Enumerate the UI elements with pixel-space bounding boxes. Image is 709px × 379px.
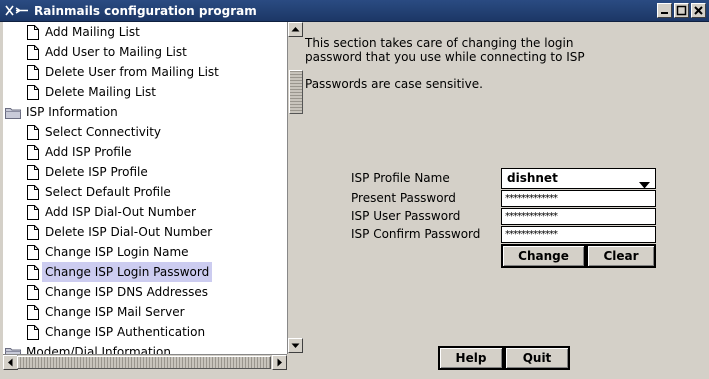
app-icon[interactable]: [4, 3, 30, 18]
scroll-left-button[interactable]: [3, 355, 18, 370]
navigation-tree[interactable]: Add Mailing List Add User to Mailing List…: [3, 22, 287, 354]
scroll-up-button[interactable]: [288, 22, 303, 37]
document-icon: [27, 205, 39, 226]
document-icon: [27, 25, 39, 46]
title-bar: Rainmails configuration program: [0, 0, 709, 22]
document-icon: [27, 225, 39, 246]
tree-vertical-scrollbar[interactable]: [287, 22, 303, 354]
present-password-label: Present Password: [351, 191, 456, 205]
maximize-button[interactable]: [674, 3, 689, 18]
description-line-1: This section takes care of changing the …: [305, 36, 574, 50]
tree-item-label: Delete ISP Profile: [45, 165, 148, 179]
document-icon: [27, 45, 39, 66]
tree-item-label: Change ISP Login Name: [45, 245, 189, 259]
document-icon: [27, 65, 39, 86]
folder-icon: [5, 345, 21, 354]
isp-confirm-password-label: ISP Confirm Password: [351, 227, 481, 241]
tree-item-label: Add Mailing List: [45, 25, 140, 39]
tree-item-label: Select Connectivity: [45, 125, 162, 139]
tree-item-label: Select Default Profile: [45, 185, 171, 199]
document-icon: [27, 245, 39, 266]
tree-item-label: Change ISP Authentication: [45, 325, 206, 339]
folder-icon: [5, 105, 21, 125]
change-button[interactable]: Change: [501, 244, 586, 268]
tree-item-label: Delete Mailing List: [45, 85, 156, 99]
tree-item-label: Change ISP DNS Addresses: [45, 285, 209, 299]
isp-profile-select[interactable]: dishnet: [501, 168, 656, 189]
tree-item-label: Add ISP Dial-Out Number: [45, 205, 196, 219]
document-icon: [27, 145, 39, 166]
tree-item-label: Change ISP Mail Server: [45, 305, 185, 319]
document-icon: [27, 305, 39, 326]
scroll-down-button[interactable]: [288, 338, 303, 353]
isp-user-password-field[interactable]: *************: [501, 208, 656, 225]
description-line-2: password that you use while connecting t…: [305, 50, 585, 64]
document-icon: [27, 125, 39, 146]
tree-item-label: Add User to Mailing List: [45, 45, 187, 59]
tree-item-label: Change ISP Login Password: [42, 262, 213, 282]
tree-item-label: Modem/Dial Information: [26, 345, 171, 354]
tree-item-label: Add ISP Profile: [45, 145, 132, 159]
isp-profile-name-label: ISP Profile Name: [351, 171, 450, 185]
minimize-button[interactable]: [657, 3, 672, 18]
window-title: Rainmails configuration program: [34, 4, 257, 18]
isp-profile-value: dishnet: [507, 171, 558, 185]
vertical-scroll-thumb[interactable]: [289, 70, 303, 114]
document-icon: [27, 265, 39, 286]
horizontal-scroll-thumb[interactable]: [17, 356, 271, 369]
help-button[interactable]: Help: [438, 346, 504, 370]
present-password-field[interactable]: *************: [501, 190, 656, 207]
tree-item-label: Delete ISP Dial-Out Number: [45, 225, 213, 239]
tree-horizontal-scrollbar[interactable]: [3, 354, 287, 370]
document-icon: [27, 165, 39, 186]
document-icon: [27, 185, 39, 206]
close-button[interactable]: [691, 3, 706, 18]
content-panel: This section takes care of changing the …: [303, 22, 709, 379]
clear-button[interactable]: Clear: [586, 244, 656, 268]
quit-button[interactable]: Quit: [504, 346, 570, 370]
case-sensitive-note: Passwords are case sensitive.: [305, 77, 483, 91]
isp-confirm-password-field[interactable]: *************: [501, 226, 656, 243]
tree-item-label: ISP Information: [26, 105, 118, 119]
tree-item-label: Delete User from Mailing List: [45, 65, 219, 79]
document-icon: [27, 285, 39, 306]
isp-user-password-label: ISP User Password: [351, 209, 461, 223]
scroll-right-button[interactable]: [272, 355, 287, 370]
